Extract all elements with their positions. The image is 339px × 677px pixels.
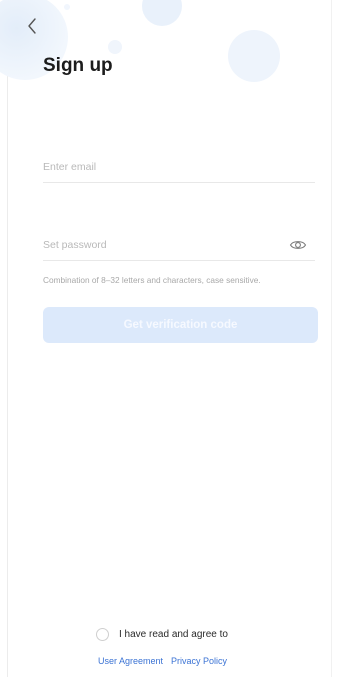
right-edge-divider [331,0,332,677]
user-agreement-link[interactable]: User Agreement [98,656,163,666]
agreement-links: User Agreement Privacy Policy [98,656,227,666]
decorative-bubble [108,40,122,54]
password-visibility-toggle[interactable] [289,238,307,252]
signup-screen: Sign up Combination of 8–32 letters and … [0,0,339,677]
eye-icon [289,241,307,249]
agreement-row: I have read and agree to [96,628,228,641]
decorative-bubble [228,30,280,82]
page-title: Sign up [43,55,113,76]
email-input[interactable] [43,156,273,178]
back-button[interactable] [22,14,42,38]
agreement-text: I have read and agree to [119,629,228,640]
decorative-bubble [64,4,70,10]
left-edge-divider [7,0,8,677]
privacy-policy-link[interactable]: Privacy Policy [171,656,227,666]
get-verification-code-button[interactable]: Get verification code [43,307,318,343]
password-field [43,234,315,261]
email-field [43,156,315,183]
chevron-left-icon [28,18,36,34]
agree-checkbox[interactable] [96,628,109,641]
password-hint: Combination of 8–32 letters and characte… [43,275,261,285]
decorative-bubble [142,0,182,26]
password-input[interactable] [43,234,273,256]
